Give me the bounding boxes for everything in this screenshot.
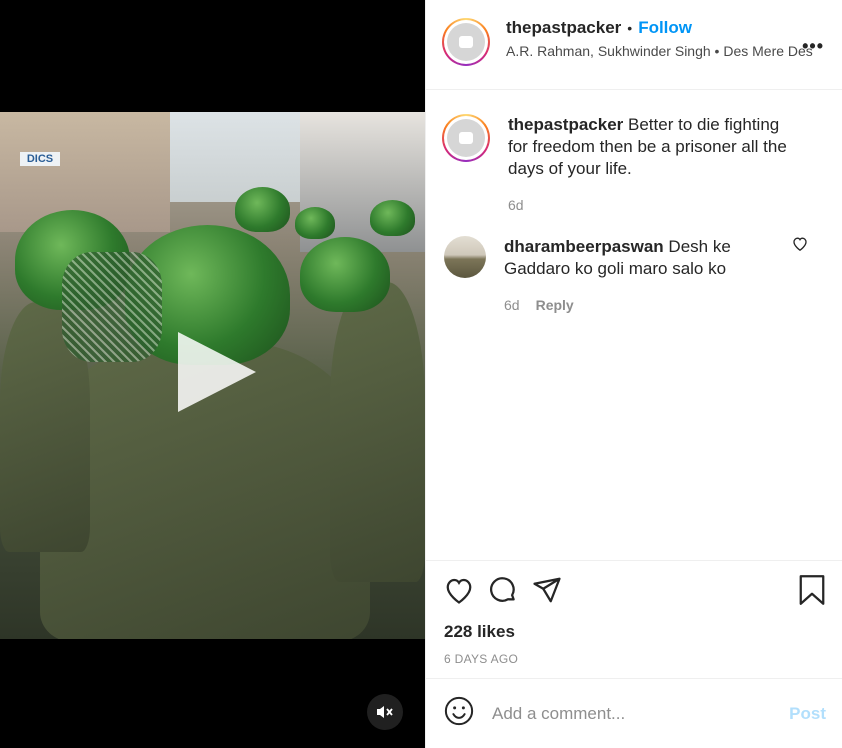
instagram-post: DICS thepastpacker • Follow A.R. Rahman,…	[0, 0, 842, 748]
reply-button[interactable]: Reply	[536, 294, 574, 316]
header-text: thepastpacker • Follow A.R. Rahman, Sukh…	[506, 18, 816, 60]
post-actions: 228 likes 6 DAYS AGO	[426, 560, 842, 678]
video-helmet	[370, 200, 415, 236]
comment-input[interactable]	[492, 703, 790, 724]
comment-like-icon[interactable]	[792, 236, 808, 256]
video-soldier-body	[330, 282, 425, 582]
video-helmet	[295, 207, 335, 239]
video-sign: DICS	[20, 152, 60, 166]
comment-username[interactable]: dharambeerpaswan	[504, 237, 664, 256]
comments-list: thepastpacker Better to die fighting for…	[426, 90, 842, 560]
bookmark-icon[interactable]	[798, 575, 826, 610]
heart-icon[interactable]	[444, 576, 474, 609]
media-panel: DICS	[0, 0, 425, 748]
author-avatar[interactable]	[442, 18, 490, 66]
more-options-icon[interactable]: •••	[802, 36, 824, 57]
muted-speaker-icon	[377, 706, 393, 718]
post-timestamp[interactable]: 6 DAYS AGO	[444, 652, 826, 666]
author-username[interactable]: thepastpacker	[506, 18, 621, 38]
video-visor	[62, 252, 162, 362]
comment-age[interactable]: 6d	[504, 294, 520, 316]
post-comment-button[interactable]: Post	[789, 704, 826, 724]
comment-item: dharambeerpaswan Desh ke Gaddaro ko goli…	[442, 236, 826, 316]
post-sidebar: thepastpacker • Follow A.R. Rahman, Sukh…	[425, 0, 842, 748]
follow-button[interactable]: Follow	[638, 18, 692, 38]
emoji-icon[interactable]	[444, 696, 474, 731]
comment-username[interactable]: thepastpacker	[508, 115, 623, 134]
comment-bubble-icon[interactable]	[488, 575, 518, 610]
mute-button[interactable]	[367, 694, 403, 730]
like-count[interactable]: 228 likes	[444, 622, 826, 642]
video-helmet	[300, 237, 390, 312]
commenter-avatar[interactable]	[444, 236, 486, 278]
caption-avatar[interactable]	[442, 114, 490, 162]
post-header: thepastpacker • Follow A.R. Rahman, Sukh…	[426, 0, 842, 90]
comment-age[interactable]: 6d	[508, 194, 524, 216]
caption-comment: thepastpacker Better to die fighting for…	[442, 114, 826, 216]
paper-plane-icon[interactable]	[532, 576, 562, 609]
video-helmet	[235, 187, 290, 232]
add-comment-bar: Post	[426, 678, 842, 748]
separator-dot: •	[627, 20, 633, 36]
music-info-link[interactable]: A.R. Rahman, Sukhwinder Singh • Des Mere…	[506, 42, 816, 60]
play-icon[interactable]	[178, 332, 256, 412]
